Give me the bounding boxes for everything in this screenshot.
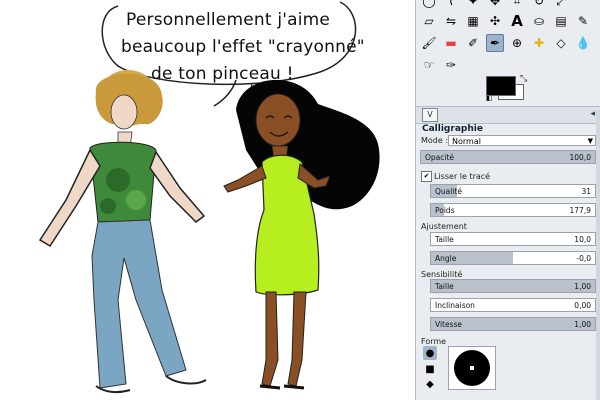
chevron-down-icon: ▼ [587, 137, 593, 145]
weight-label: Poids [435, 206, 455, 215]
heal-icon[interactable]: ✚ [530, 34, 548, 52]
speech-text-line-2: beaucoup l'effet "crayonné" [121, 37, 365, 57]
smooth-stroke-label: Lisser le tracé [434, 172, 491, 181]
paintbrush-icon[interactable]: 🖌 [420, 34, 438, 52]
tool-options-tab[interactable]: V [422, 108, 438, 122]
size-label: Taille [435, 235, 454, 244]
angle-slider[interactable]: Angle -0,0 [430, 251, 596, 265]
quality-slider[interactable]: Qualité 31 [430, 184, 596, 198]
tab-menu-icon[interactable]: ◂ [590, 109, 595, 119]
flip-icon[interactable]: ⇋ [442, 12, 460, 30]
shape-preview-handle[interactable] [469, 365, 475, 371]
sensitivity-header: Sensibilité [421, 270, 463, 279]
speech-text-line-3: de ton pinceau ! [151, 64, 294, 84]
tool-options-tabbar: V ◂ [416, 106, 600, 124]
angle-value: -0,0 [576, 254, 591, 263]
weight-slider[interactable]: Poids 177,9 [430, 203, 596, 217]
opacity-label: Opacité [425, 153, 455, 162]
smudge-icon[interactable]: ☞ [420, 56, 438, 74]
weight-value: 177,9 [569, 206, 591, 215]
inclination-label: Inclinaison [435, 301, 475, 310]
toolbox: ◯ ⌇ ✦ ✥ ⌗ ↻ ⤢ ▱ ⇋ ▦ ✣ A ⛀ ▤ ✎ 🖌 ▬ ✐ ✒ ⊕ … [416, 0, 600, 104]
sensitivity-size-label: Taille [435, 282, 454, 291]
mode-dropdown[interactable]: Normal ▼ [448, 135, 596, 146]
inclination-value: 0,00 [574, 301, 591, 310]
scale-icon[interactable]: ⤢ [552, 0, 570, 10]
swap-colors-icon[interactable]: ⤡ [520, 74, 527, 84]
sensitivity-size-fill [431, 280, 595, 292]
speed-value: 1,00 [574, 320, 591, 329]
quality-value: 31 [581, 187, 591, 196]
perspective-icon[interactable]: ▱ [420, 12, 438, 30]
ink-icon[interactable]: ✒ [486, 34, 504, 52]
opacity-slider[interactable]: Opacité 100,0 [420, 150, 596, 164]
angle-label: Angle [435, 254, 457, 263]
crop-icon[interactable]: ⌗ [508, 0, 526, 10]
fuzzy-select-icon[interactable]: ✦ [464, 0, 482, 10]
bucket-fill-icon[interactable]: ⛀ [530, 12, 548, 30]
airbrush-icon[interactable]: ✐ [464, 34, 482, 52]
dark-girl-figure [223, 79, 380, 390]
speech-text-line-1: Personnellement j'aime [126, 10, 331, 30]
cage-icon[interactable]: ▦ [464, 12, 482, 30]
adjust-header: Ajustement [421, 222, 467, 231]
shape-preview[interactable] [448, 346, 496, 390]
tool-panel: ◯ ⌇ ✦ ✥ ⌗ ↻ ⤢ ▱ ⇋ ▦ ✣ A ⛀ ▤ ✎ 🖌 ▬ ✐ ✒ ⊕ … [415, 0, 600, 400]
dodge-icon[interactable]: ✑ [442, 56, 460, 74]
artwork [38, 1, 380, 394]
speed-slider[interactable]: Vitesse 1,00 [430, 317, 596, 331]
mode-label: Mode : [421, 136, 449, 145]
blonde-girl-figure [38, 70, 207, 394]
opacity-value: 100,0 [569, 153, 591, 162]
quality-label: Qualité [435, 187, 462, 196]
foreground-color-front[interactable] [486, 76, 516, 96]
pencil-icon[interactable]: ✎ [574, 12, 592, 30]
diamond-shape-icon[interactable]: ◆ [423, 377, 437, 391]
eraser-icon[interactable]: ▬ [442, 34, 460, 52]
size-slider[interactable]: Taille 10,0 [430, 232, 596, 246]
smooth-stroke-checkbox[interactable]: ✔ [421, 171, 432, 182]
panel-scrollbar[interactable] [596, 110, 600, 400]
move-icon[interactable]: ✥ [486, 0, 504, 10]
warp-icon[interactable]: ✣ [486, 12, 504, 30]
text-icon[interactable]: A [508, 12, 526, 30]
shape-header: Forme [421, 337, 447, 346]
inclination-slider[interactable]: Inclinaison 0,00 [430, 298, 596, 312]
tool-options-title: Calligraphie [422, 124, 483, 134]
blend-icon[interactable]: ▤ [552, 12, 570, 30]
size-value: 10,0 [574, 235, 591, 244]
perspective-clone-icon[interactable]: ◇ [552, 34, 570, 52]
mode-value: Normal [452, 137, 481, 146]
sensitivity-size-value: 1,00 [574, 282, 591, 291]
clone-icon[interactable]: ⊕ [508, 34, 526, 52]
speed-label: Vitesse [435, 320, 463, 329]
circle-shape-icon[interactable]: ● [423, 346, 437, 360]
sensitivity-size-slider[interactable]: Taille 1,00 [430, 279, 596, 293]
blur-icon[interactable]: 💧 [574, 34, 592, 52]
drawing-canvas[interactable]: Personnellement j'aime beaucoup l'effet … [0, 0, 415, 400]
ellipse-select-icon[interactable]: ◯ [420, 0, 438, 10]
free-select-icon[interactable]: ⌇ [442, 0, 460, 10]
square-shape-icon[interactable]: ■ [423, 362, 437, 376]
rotate-icon[interactable]: ↻ [530, 0, 548, 10]
